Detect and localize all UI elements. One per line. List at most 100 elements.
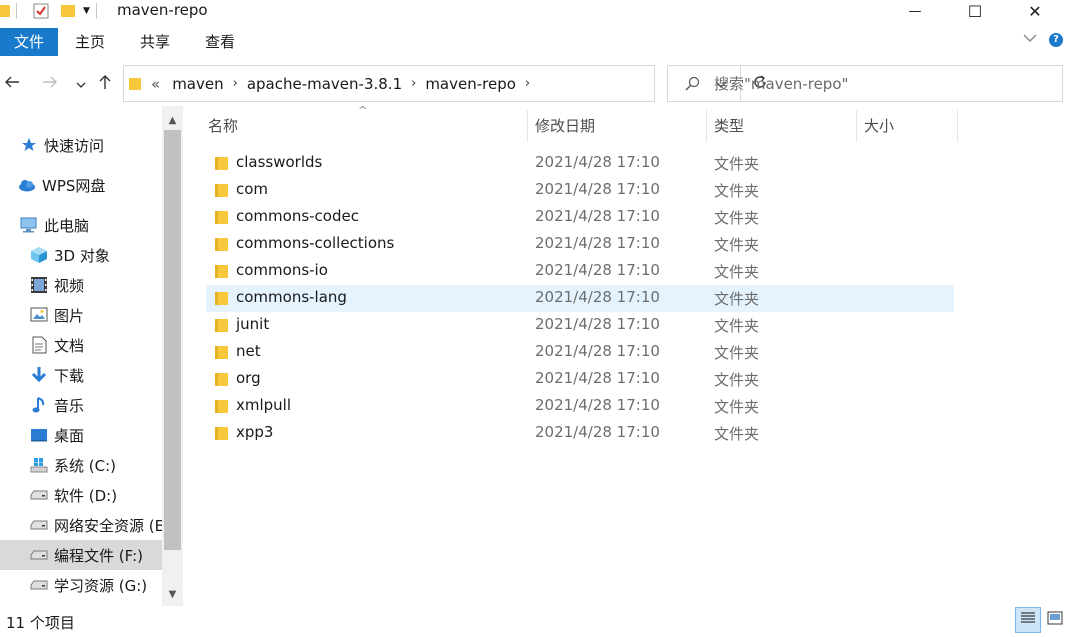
folder-icon xyxy=(0,3,10,19)
folder-icon xyxy=(129,76,141,92)
nav-item-downloads[interactable]: 下载 xyxy=(0,360,162,390)
properties-icon[interactable] xyxy=(33,3,49,19)
file-row[interactable]: classworlds 2021/4/28 17:10 文件夹 xyxy=(206,150,954,177)
search-input[interactable]: 搜索"maven-repo" xyxy=(714,73,848,94)
nav-item-quick-access[interactable]: 快速访问 xyxy=(0,130,162,160)
large-icons-view-icon xyxy=(1047,611,1063,629)
nav-item-this-pc[interactable]: 此电脑 xyxy=(0,210,162,240)
nav-item-music[interactable]: 音乐 xyxy=(0,390,162,420)
file-row[interactable]: xmlpull 2021/4/28 17:10 文件夹 xyxy=(206,393,954,420)
column-divider[interactable] xyxy=(856,110,857,142)
cube-3d-icon xyxy=(30,246,48,264)
tab-view[interactable]: 查看 xyxy=(200,28,240,56)
file-list: classworlds 2021/4/28 17:10 文件夹 com 2021… xyxy=(206,150,954,447)
nav-item-label: 3D 对象 xyxy=(54,246,110,265)
nav-scrollbar[interactable]: ▲ ▼ xyxy=(162,106,183,606)
folder-icon xyxy=(214,399,229,414)
search-box[interactable]: 搜索"maven-repo" xyxy=(667,65,1063,102)
file-row[interactable]: commons-lang 2021/4/28 17:10 文件夹 xyxy=(206,285,954,312)
nav-item-wps-drive[interactable]: WPS网盘 xyxy=(0,170,162,200)
expand-ribbon-icon[interactable] xyxy=(1023,32,1037,47)
toolbar-divider xyxy=(95,3,97,19)
scrollbar-thumb[interactable] xyxy=(164,130,181,550)
file-date: 2021/4/28 17:10 xyxy=(535,396,660,414)
nav-item-drive-c[interactable]: 系统 (C:) xyxy=(0,450,162,480)
minimize-button[interactable]: — xyxy=(885,0,945,22)
file-name: classworlds xyxy=(236,153,323,171)
forward-button[interactable] xyxy=(40,70,60,98)
status-bar: 11 个项目 xyxy=(0,607,1065,637)
drive-icon xyxy=(30,576,48,594)
file-row[interactable]: org 2021/4/28 17:10 文件夹 xyxy=(206,366,954,393)
nav-item-drive-g[interactable]: 学习资源 (G:) xyxy=(0,570,162,600)
breadcrumb-chevron-icon[interactable]: › xyxy=(411,76,416,91)
file-name: xpp3 xyxy=(236,423,274,441)
nav-item-label: 桌面 xyxy=(54,426,85,445)
file-date: 2021/4/28 17:10 xyxy=(535,207,660,225)
breadcrumb-maven[interactable]: maven xyxy=(172,75,223,93)
breadcrumb-overflow[interactable]: « xyxy=(151,75,160,93)
minimize-icon: — xyxy=(908,3,922,19)
maximize-icon: ☐ xyxy=(967,1,983,21)
file-type: 文件夹 xyxy=(714,209,760,227)
new-folder-icon[interactable] xyxy=(61,3,75,19)
tab-file[interactable]: 文件 xyxy=(0,28,58,56)
breadcrumb-apache-maven[interactable]: apache-maven-3.8.1 xyxy=(247,75,402,93)
folder-icon xyxy=(214,291,229,306)
file-row[interactable]: commons-io 2021/4/28 17:10 文件夹 xyxy=(206,258,954,285)
breadcrumb-maven-repo[interactable]: maven-repo xyxy=(425,75,516,93)
nav-item-drive-d[interactable]: 软件 (D:) xyxy=(0,480,162,510)
download-icon xyxy=(30,366,48,384)
up-button[interactable] xyxy=(96,70,114,98)
column-divider[interactable] xyxy=(957,110,958,142)
picture-icon xyxy=(30,306,48,324)
file-type: 文件夹 xyxy=(714,263,760,281)
scroll-down-icon[interactable]: ▼ xyxy=(162,584,183,604)
nav-item-pictures[interactable]: 图片 xyxy=(0,300,162,330)
file-date: 2021/4/28 17:10 xyxy=(535,234,660,252)
customize-toolbar-icon[interactable]: ▼ xyxy=(83,6,90,16)
column-header-name[interactable]: 名称 xyxy=(208,110,518,142)
nav-item-drive-f[interactable]: 编程文件 (F:) xyxy=(0,540,162,570)
nav-item-desktop[interactable]: 桌面 xyxy=(0,420,162,450)
column-header-size[interactable]: 大小 xyxy=(864,110,954,142)
file-date: 2021/4/28 17:10 xyxy=(535,315,660,333)
maximize-button[interactable]: ☐ xyxy=(945,0,1005,22)
file-row[interactable]: commons-collections 2021/4/28 17:10 文件夹 xyxy=(206,231,954,258)
file-type: 文件夹 xyxy=(714,371,760,389)
column-divider[interactable] xyxy=(706,110,707,142)
nav-item-videos[interactable]: 视频 xyxy=(0,270,162,300)
breadcrumb-chevron-icon[interactable]: › xyxy=(233,76,238,91)
nav-item-3d-objects[interactable]: 3D 对象 xyxy=(0,240,162,270)
file-date: 2021/4/28 17:10 xyxy=(535,261,660,279)
file-type: 文件夹 xyxy=(714,290,760,308)
address-bar[interactable]: « maven › apache-maven-3.8.1 › maven-rep… xyxy=(123,65,766,102)
arrow-right-icon xyxy=(42,75,58,93)
file-name: junit xyxy=(236,315,270,333)
video-icon xyxy=(30,276,48,294)
column-divider[interactable] xyxy=(527,110,528,142)
nav-item-label: 下载 xyxy=(54,366,85,385)
column-header-type[interactable]: 类型 xyxy=(714,110,849,142)
file-row[interactable]: junit 2021/4/28 17:10 文件夹 xyxy=(206,312,954,339)
nav-item-drive-e[interactable]: 网络安全资源 (E: xyxy=(0,510,162,540)
file-name: commons-codec xyxy=(236,207,359,225)
scroll-up-icon[interactable]: ▲ xyxy=(162,110,183,130)
back-button[interactable] xyxy=(2,70,22,98)
file-row[interactable]: net 2021/4/28 17:10 文件夹 xyxy=(206,339,954,366)
file-row[interactable]: xpp3 2021/4/28 17:10 文件夹 xyxy=(206,420,954,447)
column-header-date[interactable]: 修改日期 xyxy=(535,110,700,142)
details-view-button[interactable] xyxy=(1015,607,1041,633)
help-icon[interactable]: ? xyxy=(1049,32,1063,47)
large-icons-view-button[interactable] xyxy=(1042,607,1065,633)
nav-item-documents[interactable]: 文档 xyxy=(0,330,162,360)
file-row[interactable]: commons-codec 2021/4/28 17:10 文件夹 xyxy=(206,204,954,231)
file-type: 文件夹 xyxy=(714,236,760,254)
folder-icon xyxy=(214,426,229,441)
tab-home[interactable]: 主页 xyxy=(70,28,110,56)
file-row[interactable]: com 2021/4/28 17:10 文件夹 xyxy=(206,177,954,204)
breadcrumb-chevron-icon[interactable]: › xyxy=(525,76,530,91)
close-button[interactable]: ✕ xyxy=(1005,0,1065,22)
tab-share[interactable]: 共享 xyxy=(135,28,175,56)
recent-locations-button[interactable] xyxy=(74,70,88,98)
